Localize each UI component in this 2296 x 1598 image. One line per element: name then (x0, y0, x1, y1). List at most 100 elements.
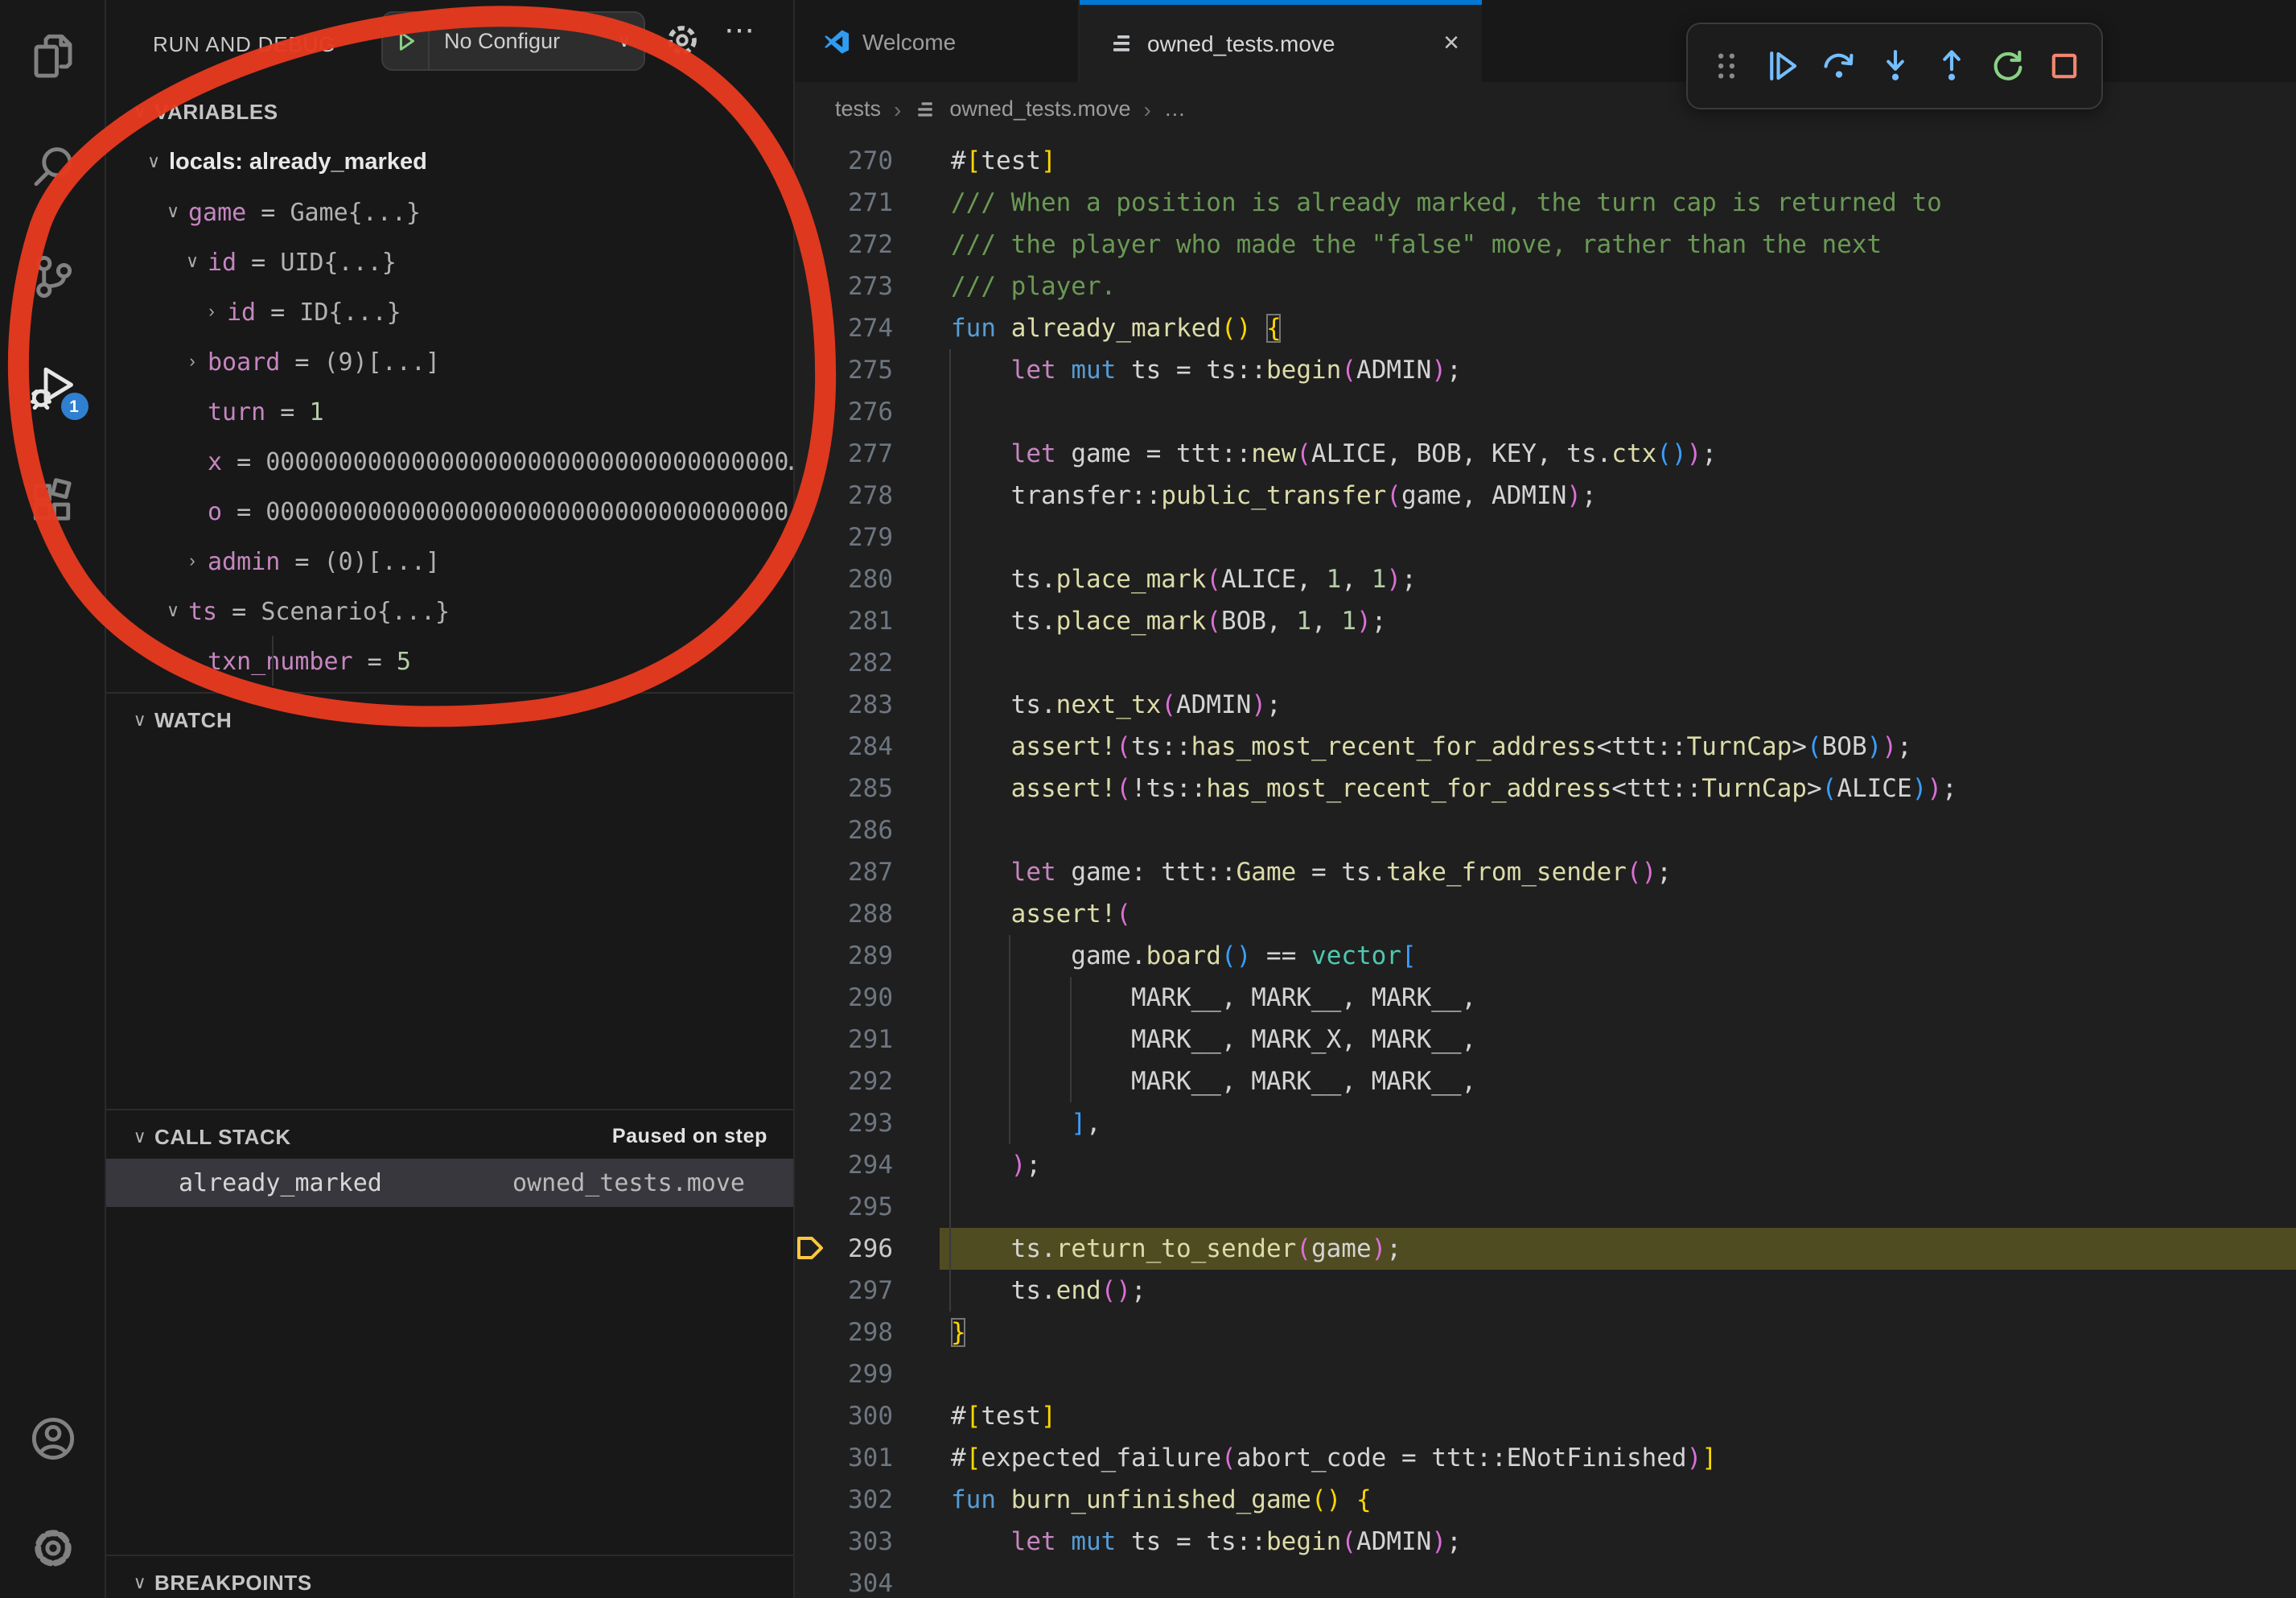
code-line[interactable]: 278 transfer::public_transfer(game, ADMI… (795, 475, 2296, 517)
line-number[interactable]: 293 (795, 1102, 893, 1144)
line-number[interactable]: 283 (795, 684, 893, 726)
stop-button[interactable] (2044, 47, 2083, 85)
line-number[interactable]: 286 (795, 809, 893, 851)
variable-row[interactable]: ∨ts = Scenario{...} (106, 586, 793, 636)
line-number[interactable]: 288 (795, 893, 893, 935)
code-line[interactable]: 275 let mut ts = ts::begin(ADMIN); (795, 349, 2296, 391)
watch-section-header[interactable]: ∨ WATCH (106, 695, 793, 743)
code-line[interactable]: 293 ], (795, 1102, 2296, 1144)
step-out-button[interactable] (1932, 47, 1970, 85)
line-number[interactable]: 285 (795, 768, 893, 809)
variable-row[interactable]: ∨locals: already_marked (106, 137, 793, 187)
code-line[interactable]: 277 let game = ttt::new(ALICE, BOB, KEY,… (795, 433, 2296, 475)
search-icon[interactable] (28, 143, 76, 192)
code-line[interactable]: 301#[expected_failure(abort_code = ttt::… (795, 1437, 2296, 1479)
code-line[interactable]: 298} (795, 1312, 2296, 1353)
line-number[interactable]: 287 (795, 851, 893, 893)
variable-row[interactable]: o = 000000000000000000000000000000000000… (106, 486, 793, 536)
line-number[interactable]: 281 (795, 600, 893, 642)
line-number[interactable]: 299 (795, 1353, 893, 1395)
line-number[interactable]: 274 (795, 307, 893, 349)
code-line[interactable]: 283 ts.next_tx(ADMIN); (795, 684, 2296, 726)
line-number[interactable]: 291 (795, 1019, 893, 1061)
restart-button[interactable] (1988, 47, 2026, 85)
line-number[interactable]: 300 (795, 1395, 893, 1437)
code-line[interactable]: 286 (795, 809, 2296, 851)
code-line[interactable]: 287 let game: ttt::Game = ts.take_from_s… (795, 851, 2296, 893)
launch-config-dropdown[interactable]: No Configur ∨ (381, 11, 645, 71)
code-line[interactable]: 291 MARK__, MARK_X, MARK__, (795, 1019, 2296, 1061)
continue-button[interactable] (1763, 47, 1801, 85)
line-number[interactable]: 297 (795, 1270, 893, 1312)
breadcrumb-item-file[interactable]: owned_tests.move (949, 97, 1130, 121)
line-number[interactable]: 272 (795, 224, 893, 266)
code-line[interactable]: 289 game.board() == vector[ (795, 935, 2296, 977)
line-number[interactable]: 282 (795, 642, 893, 684)
code-line[interactable]: 303 let mut ts = ts::begin(ADMIN); (795, 1521, 2296, 1563)
tab-welcome[interactable]: Welcome (795, 0, 1080, 82)
variable-row[interactable]: turn = 1 (106, 386, 793, 436)
variable-row[interactable]: ›admin = (0)[...] (106, 536, 793, 586)
extensions-icon[interactable] (28, 478, 76, 526)
line-number[interactable]: 302 (795, 1479, 893, 1521)
line-number[interactable]: 270 (795, 140, 893, 182)
variable-row[interactable]: ›board = (9)[...] (106, 336, 793, 386)
code-line[interactable]: 272/// the player who made the "false" m… (795, 224, 2296, 266)
code-line[interactable]: 285 assert!(!ts::has_most_recent_for_add… (795, 768, 2296, 809)
line-number[interactable]: 298 (795, 1312, 893, 1353)
code-line[interactable]: 276 (795, 391, 2296, 433)
variable-row[interactable]: ›id = ID{...} (106, 286, 793, 336)
line-number[interactable]: 304 (795, 1563, 893, 1598)
code-line[interactable]: 279 (795, 517, 2296, 558)
code-line[interactable]: 270#[test] (795, 140, 2296, 182)
tab-owned-tests-move[interactable]: owned_tests.move × (1080, 0, 1482, 82)
source-control-icon[interactable] (28, 253, 76, 301)
call-stack-frame-row[interactable]: already_marked owned_tests.move (106, 1159, 793, 1207)
code-line[interactable]: 271/// When a position is already marked… (795, 182, 2296, 224)
line-number[interactable]: 277 (795, 433, 893, 475)
line-number[interactable]: 284 (795, 726, 893, 768)
step-over-button[interactable] (1819, 47, 1858, 85)
code-line[interactable]: 282 (795, 642, 2296, 684)
code-line[interactable]: 302fun burn_unfinished_game() { (795, 1479, 2296, 1521)
variable-row[interactable]: ∨id = UID{...} (106, 237, 793, 286)
code-line[interactable]: 288 assert!( (795, 893, 2296, 935)
settings-gear-icon[interactable] (28, 1524, 76, 1572)
code-line[interactable]: 274fun already_marked() { (795, 307, 2296, 349)
line-number[interactable]: 278 (795, 475, 893, 517)
explorer-icon[interactable] (28, 32, 76, 80)
line-number[interactable]: 276 (795, 391, 893, 433)
code-line[interactable]: 284 assert!(ts::has_most_recent_for_addr… (795, 726, 2296, 768)
variable-row[interactable]: ∨game = Game{...} (106, 187, 793, 237)
close-icon[interactable]: × (1443, 27, 1459, 60)
line-number[interactable]: 301 (795, 1437, 893, 1479)
code-editor[interactable]: 270#[test]271/// When a position is alre… (795, 135, 2296, 1598)
toolbar-drag-grip[interactable] (1706, 47, 1745, 85)
variable-row[interactable]: x = 000000000000000000000000000000000000… (106, 436, 793, 486)
code-line[interactable]: 273/// player. (795, 266, 2296, 307)
breakpoints-section-header[interactable]: ∨ BREAKPOINTS (106, 1558, 793, 1598)
call-stack-section-header[interactable]: ∨ CALL STACK Paused on step (106, 1112, 793, 1160)
code-line[interactable]: 281 ts.place_mark(BOB, 1, 1); (795, 600, 2296, 642)
step-into-button[interactable] (1875, 47, 1914, 85)
code-line[interactable]: 299 (795, 1353, 2296, 1395)
code-line[interactable]: 297 ts.end(); (795, 1270, 2296, 1312)
more-actions-icon[interactable]: ⋯ (724, 13, 756, 50)
code-line[interactable]: 304 (795, 1563, 2296, 1598)
code-line[interactable]: 294 ); (795, 1144, 2296, 1186)
variable-row[interactable]: txn_number = 5 (106, 636, 793, 686)
line-number[interactable]: 273 (795, 266, 893, 307)
debug-settings-gear-icon[interactable] (663, 21, 702, 60)
line-number[interactable]: 279 (795, 517, 893, 558)
code-line[interactable]: 290 MARK__, MARK__, MARK__, (795, 977, 2296, 1019)
line-number[interactable]: 294 (795, 1144, 893, 1186)
variables-section-header[interactable]: ∨ VARIABLES (106, 87, 793, 135)
breadcrumb-item-tests[interactable]: tests (835, 97, 881, 121)
line-number[interactable]: 289 (795, 935, 893, 977)
code-line[interactable]: 300#[test] (795, 1395, 2296, 1437)
code-line-current[interactable]: 296 ts.return_to_sender(game); (795, 1228, 2296, 1270)
line-number[interactable]: 271 (795, 182, 893, 224)
start-debug-icon[interactable] (383, 13, 430, 69)
line-number[interactable]: 295 (795, 1186, 893, 1228)
account-icon[interactable] (28, 1415, 76, 1463)
